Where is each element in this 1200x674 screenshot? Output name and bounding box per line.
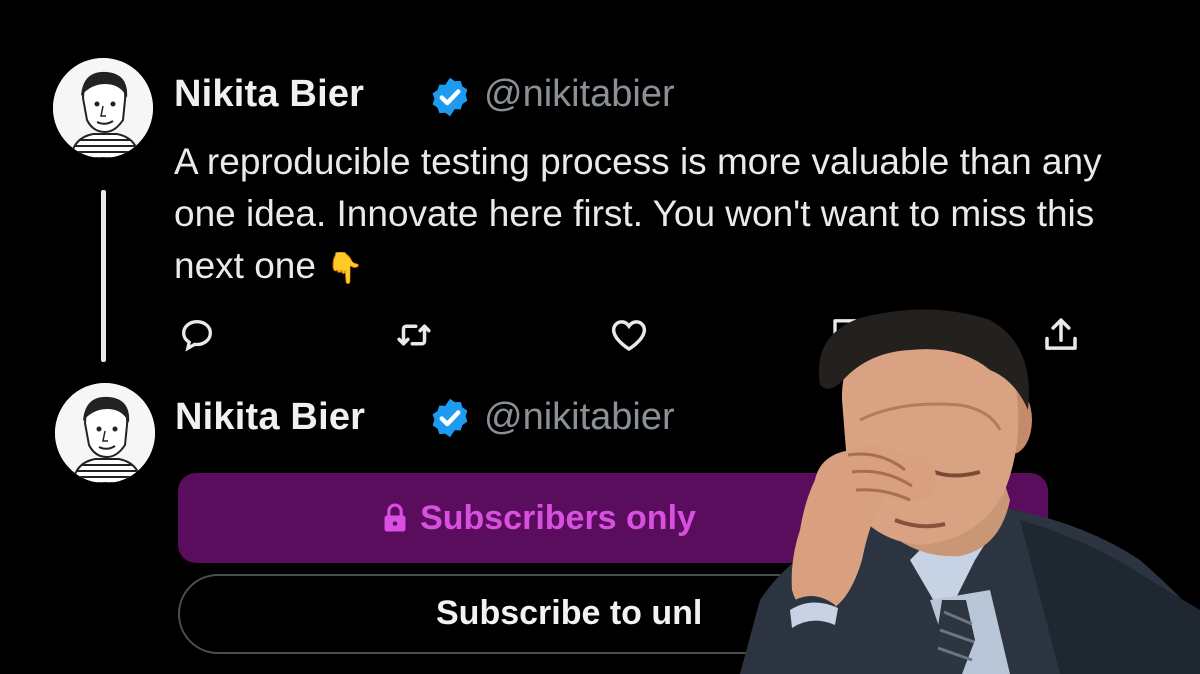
tweet-screenshot: Nikita Bier @nikitabier A reproducible t… [0, 0, 1200, 674]
facepalm-photo [740, 309, 1200, 674]
